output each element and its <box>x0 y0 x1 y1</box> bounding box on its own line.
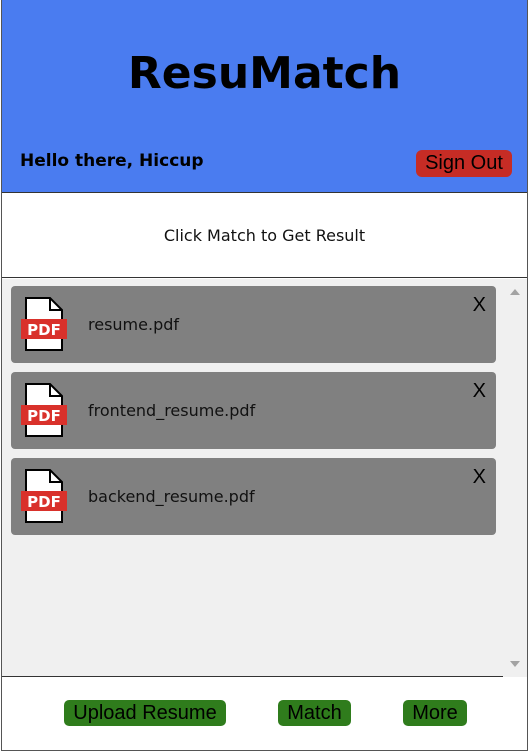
file-name: backend_resume.pdf <box>88 487 255 506</box>
upload-resume-button[interactable]: Upload Resume <box>64 700 226 726</box>
footer-toolbar: Upload Resume Match More <box>2 678 527 750</box>
pdf-icon: PDF <box>21 469 67 523</box>
greeting-text: Hello there, Hiccup <box>20 151 204 171</box>
pdf-icon: PDF <box>21 297 67 351</box>
file-name: resume.pdf <box>88 315 180 334</box>
scroll-up-arrow-icon[interactable] <box>510 289 520 295</box>
file-name: frontend_resume.pdf <box>88 401 256 420</box>
remove-file-button[interactable]: X <box>473 380 486 403</box>
header: ResuMatch Hello there, Hiccup Sign Out <box>2 0 527 193</box>
sign-out-button[interactable]: Sign Out <box>416 150 512 177</box>
file-item[interactable]: PDF frontend_resume.pdf X <box>11 372 496 449</box>
match-button[interactable]: Match <box>278 700 351 726</box>
remove-file-button[interactable]: X <box>473 294 486 317</box>
app-window: ResuMatch Hello there, Hiccup Sign Out C… <box>1 0 528 751</box>
file-item[interactable]: PDF backend_resume.pdf X <box>11 458 496 535</box>
result-message: Click Match to Get Result <box>163 226 366 245</box>
scroll-down-arrow-icon[interactable] <box>510 661 520 667</box>
file-list-panel[interactable]: PDF resume.pdf X PDF frontend_resume.pdf… <box>2 279 527 677</box>
pdf-icon-label: PDF <box>27 321 61 339</box>
pdf-icon: PDF <box>21 383 67 437</box>
vertical-scrollbar[interactable] <box>503 279 527 677</box>
file-list: PDF resume.pdf X PDF frontend_resume.pdf… <box>11 286 496 544</box>
result-panel: Click Match to Get Result <box>2 193 527 278</box>
file-item[interactable]: PDF resume.pdf X <box>11 286 496 363</box>
more-button[interactable]: More <box>403 700 467 726</box>
app-title: ResuMatch <box>127 48 402 99</box>
pdf-icon-label: PDF <box>27 407 61 425</box>
pdf-icon-label: PDF <box>27 493 61 511</box>
remove-file-button[interactable]: X <box>473 466 486 489</box>
